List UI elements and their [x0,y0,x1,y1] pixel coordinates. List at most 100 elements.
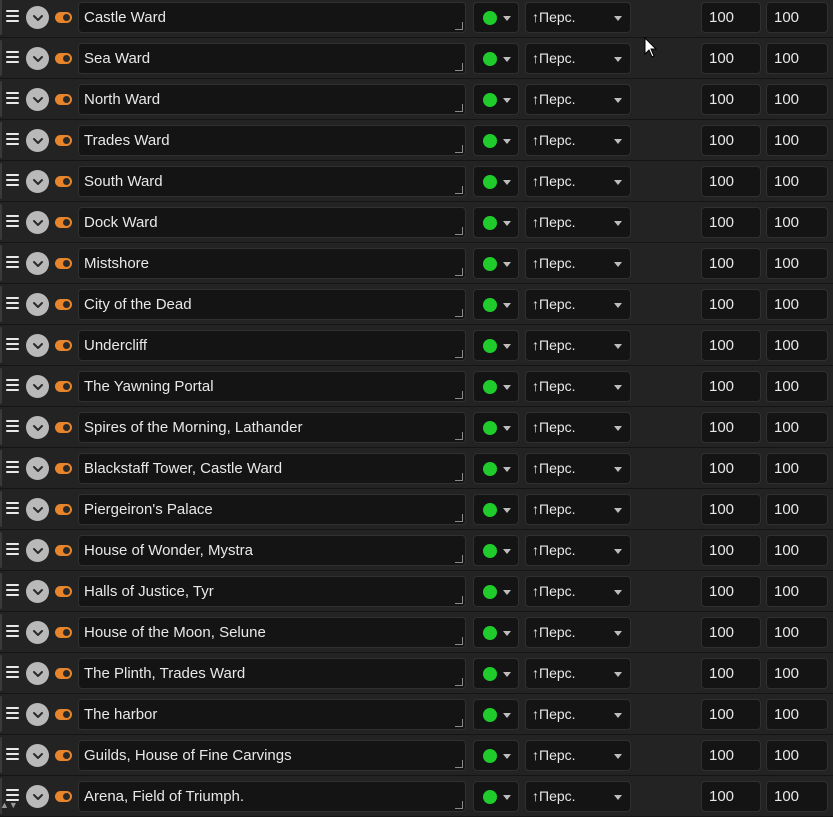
scene-name-input[interactable]: Mistshore [78,248,466,279]
visibility-toggle-icon[interactable] [55,422,72,433]
scene-name-input[interactable]: Castle Ward [78,2,466,33]
value-input-2[interactable]: 100 [766,289,828,320]
value-input-2[interactable]: 100 [766,576,828,607]
chevron-down-icon[interactable] [26,211,49,234]
scene-name-input[interactable]: The harbor [78,699,466,730]
value-input-1[interactable]: 100 [701,84,761,115]
value-input-1[interactable]: 100 [701,43,761,74]
value-input-2[interactable]: 100 [766,453,828,484]
drag-handle-icon[interactable] [6,92,19,106]
sort-select[interactable]: ↑Перс. [525,289,631,320]
value-input-2[interactable]: 100 [766,207,828,238]
chevron-down-icon[interactable] [26,662,49,685]
value-input-2[interactable]: 100 [766,617,828,648]
status-color-select[interactable] [473,2,519,33]
status-color-select[interactable] [473,453,519,484]
drag-handle-icon[interactable] [6,707,19,721]
drag-handle-icon[interactable] [6,420,19,434]
resize-grip-icon[interactable] [455,63,463,71]
resize-grip-icon[interactable] [455,801,463,809]
value-input-2[interactable]: 100 [766,494,828,525]
resize-grip-icon[interactable] [455,555,463,563]
status-color-select[interactable] [473,43,519,74]
sort-select[interactable]: ↑Перс. [525,535,631,566]
value-input-2[interactable]: 100 [766,43,828,74]
value-input-1[interactable]: 100 [701,289,761,320]
sort-select[interactable]: ↑Перс. [525,412,631,443]
value-input-1[interactable]: 100 [701,658,761,689]
sort-select[interactable]: ↑Перс. [525,699,631,730]
status-color-select[interactable] [473,330,519,361]
drag-handle-icon[interactable] [6,174,19,188]
scene-name-input[interactable]: Blackstaff Tower, Castle Ward [78,453,466,484]
sort-select[interactable]: ↑Перс. [525,125,631,156]
status-color-select[interactable] [473,248,519,279]
scene-name-input[interactable]: The Plinth, Trades Ward [78,658,466,689]
resize-grip-icon[interactable] [455,145,463,153]
visibility-toggle-icon[interactable] [55,627,72,638]
resize-grip-icon[interactable] [455,22,463,30]
chevron-down-icon[interactable] [26,703,49,726]
chevron-down-icon[interactable] [26,539,49,562]
sort-select[interactable]: ↑Перс. [525,658,631,689]
drag-handle-icon[interactable] [6,666,19,680]
drag-handle-icon[interactable] [6,461,19,475]
chevron-down-icon[interactable] [26,580,49,603]
drag-handle-icon[interactable] [6,215,19,229]
resize-grip-icon[interactable] [455,268,463,276]
value-input-2[interactable]: 100 [766,166,828,197]
resize-grip-icon[interactable] [455,432,463,440]
resize-grip-icon[interactable] [455,760,463,768]
scene-name-input[interactable]: Spires of the Morning, Lathander [78,412,466,443]
visibility-toggle-icon[interactable] [55,217,72,228]
sort-select[interactable]: ↑Перс. [525,84,631,115]
value-input-2[interactable]: 100 [766,248,828,279]
resize-grip-icon[interactable] [455,391,463,399]
resize-grip-icon[interactable] [455,104,463,112]
resize-grip-icon[interactable] [455,473,463,481]
scene-name-input[interactable]: Sea Ward [78,43,466,74]
resize-grip-icon[interactable] [455,227,463,235]
chevron-down-icon[interactable] [26,170,49,193]
status-color-select[interactable] [473,125,519,156]
scene-name-input[interactable]: House of the Moon, Selune [78,617,466,648]
scene-name-input[interactable]: The Yawning Portal [78,371,466,402]
scene-name-input[interactable]: House of Wonder, Mystra [78,535,466,566]
value-input-1[interactable]: 100 [701,248,761,279]
value-input-1[interactable]: 100 [701,740,761,771]
resize-grip-icon[interactable] [455,678,463,686]
sort-select[interactable]: ↑Перс. [525,166,631,197]
chevron-down-icon[interactable] [26,785,49,808]
value-input-1[interactable]: 100 [701,453,761,484]
scene-name-input[interactable]: Halls of Justice, Tyr [78,576,466,607]
chevron-down-icon[interactable] [26,6,49,29]
resize-grip-icon[interactable] [455,350,463,358]
value-input-2[interactable]: 100 [766,658,828,689]
sort-select[interactable]: ↑Перс. [525,781,631,812]
chevron-down-icon[interactable] [26,129,49,152]
status-color-select[interactable] [473,658,519,689]
sort-select[interactable]: ↑Перс. [525,740,631,771]
drag-handle-icon[interactable] [6,133,19,147]
visibility-toggle-icon[interactable] [55,94,72,105]
chevron-down-icon[interactable] [26,457,49,480]
resize-grip-icon[interactable] [455,719,463,727]
chevron-down-icon[interactable] [26,621,49,644]
scene-name-input[interactable]: City of the Dead [78,289,466,320]
visibility-toggle-icon[interactable] [55,709,72,720]
sort-select[interactable]: ↑Перс. [525,2,631,33]
status-color-select[interactable] [473,494,519,525]
visibility-toggle-icon[interactable] [55,504,72,515]
status-color-select[interactable] [473,207,519,238]
value-input-2[interactable]: 100 [766,84,828,115]
value-input-2[interactable]: 100 [766,740,828,771]
visibility-toggle-icon[interactable] [55,299,72,310]
value-input-2[interactable]: 100 [766,535,828,566]
visibility-toggle-icon[interactable] [55,463,72,474]
status-color-select[interactable] [473,740,519,771]
drag-handle-icon[interactable] [6,625,19,639]
drag-handle-icon[interactable] [6,748,19,762]
value-input-1[interactable]: 100 [701,617,761,648]
value-input-1[interactable]: 100 [701,2,761,33]
resize-grip-icon[interactable] [455,309,463,317]
